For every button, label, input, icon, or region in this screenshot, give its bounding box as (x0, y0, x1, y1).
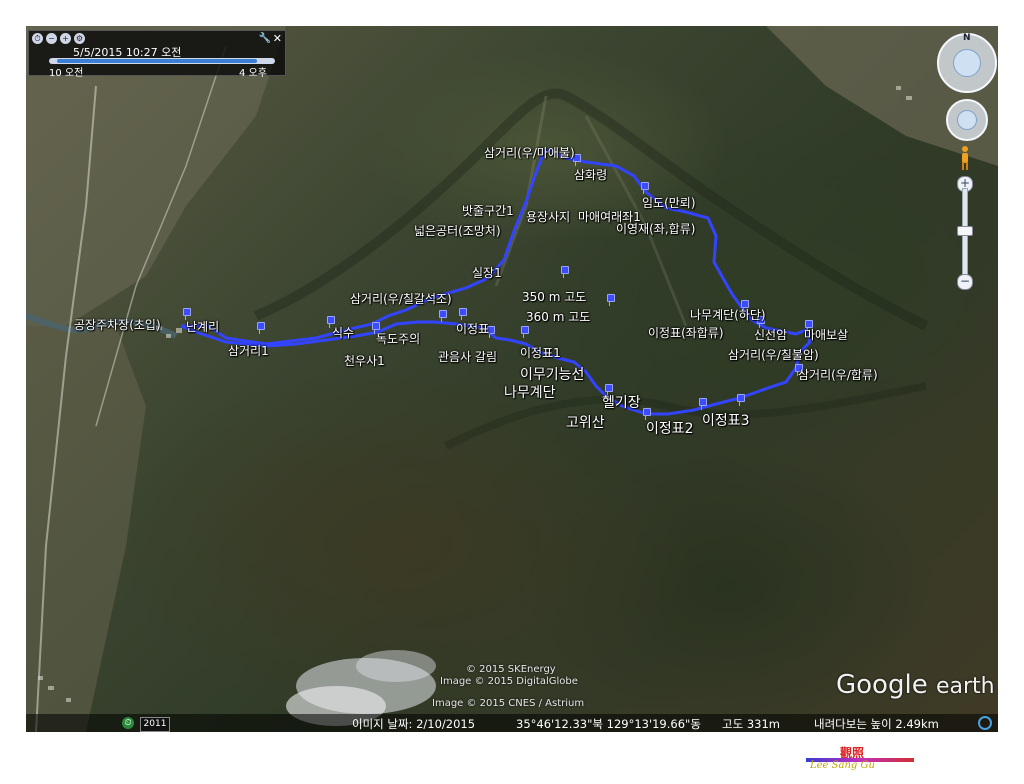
credit-cnes: Image © 2015 CNES / Astrium (432, 698, 585, 709)
label-alt360[interactable]: 360 m 고도 (526, 308, 590, 325)
label-wide-rock[interactable]: 넓은공터(조망처) (414, 222, 501, 239)
time-range-fill[interactable] (57, 59, 257, 63)
history-clock-icon[interactable]: ⏲ (122, 717, 134, 729)
placemark-pin[interactable] (640, 182, 649, 194)
close-icon[interactable]: ✕ (273, 32, 282, 45)
label-stairs[interactable]: 나무계단 (504, 382, 556, 402)
wrench-icon[interactable]: 🔧 (259, 33, 271, 44)
label-ridge1[interactable]: 실장1 (472, 264, 502, 281)
placemark-pin[interactable] (256, 322, 265, 334)
label-junction-chilbul[interactable]: 삼거리(우/칠불암) (728, 346, 819, 363)
label-poison[interactable]: 독도주의 (376, 330, 420, 347)
coordinates: 35°46'12.33"북 129°13'19.66"동 (516, 717, 701, 731)
author-signature: 觀照 Lee Sang Gu (806, 746, 914, 774)
streaming-indicator-icon (978, 716, 992, 730)
move-joystick-icon[interactable] (957, 110, 977, 130)
placemark-pin[interactable] (736, 394, 745, 406)
signature-name: Lee Sang Gu (810, 760, 875, 771)
label-stairs-lower[interactable]: 나무계단(하단) (690, 306, 766, 323)
label-junction-cliff[interactable]: 삼거리(우/칠갈석조) (350, 290, 452, 307)
label-milestone[interactable]: 이정표 (456, 320, 489, 337)
google-earth-logo: Google earth (836, 670, 995, 700)
label-maebosal[interactable]: 마애보살 (804, 326, 848, 343)
zoom-knob[interactable] (957, 226, 973, 236)
label-milestone2[interactable]: 이정표2 (646, 418, 694, 438)
label-junction-merge[interactable]: 삼거리(우/합류) (798, 366, 878, 383)
compass-look-control[interactable]: N (937, 33, 997, 93)
elevation: 고도 331m (722, 717, 780, 731)
eye-altitude: 내려다보는 높이 2.49km (814, 717, 939, 731)
label-junction1[interactable]: 삼거리1 (228, 342, 269, 359)
time-slider-panel[interactable]: ⏱ − + ⚙ 5/5/2015 10:27 오전 10 오전 4 오후 🔧 ✕ (28, 30, 286, 79)
time-range-end: 4 오후 (239, 68, 267, 79)
placemark-pin[interactable] (520, 326, 529, 338)
label-alt350[interactable]: 350 m 고도 (522, 288, 586, 305)
label-milestone3[interactable]: 이정표3 (702, 410, 750, 430)
zoom-out-button[interactable]: − (957, 274, 973, 290)
label-heli[interactable]: 헬기장 (602, 392, 641, 412)
label-top-junction[interactable]: 삼거리(우/마애불) (484, 144, 575, 161)
street-view-pegman-icon[interactable] (960, 145, 970, 171)
zoom-out-time-icon[interactable]: − (46, 33, 57, 44)
label-imu[interactable]: 이무기능선 (520, 364, 584, 384)
label-sinseonam[interactable]: 신선암 (754, 326, 787, 343)
label-yongjangsa[interactable]: 용장사지 (526, 208, 570, 225)
historical-year-badge[interactable]: 2011 (140, 717, 170, 732)
label-milestone1[interactable]: 이정표1 (520, 344, 561, 361)
earth-logo-text: earth (935, 674, 995, 699)
compass-north-label: N (963, 33, 971, 43)
satellite-map[interactable]: 공장주차장(초입) 난계리 삼거리1 식수 독도주의 천우사1 삼거리(우/칠갈… (26, 26, 998, 732)
credit-digitalglobe: Image © 2015 DigitalGlobe (440, 676, 578, 687)
image-date: 이미지 날짜: 2/10/2015 (352, 717, 476, 731)
status-bar: ⏲ 이미지 날짜: 2/10/2015 35°46'12.33"북 129°13… (26, 714, 998, 732)
label-milestone-left[interactable]: 이정표(좌합류) (648, 324, 724, 341)
move-control[interactable] (946, 99, 988, 141)
hiking-track (180, 148, 812, 416)
google-logo-text: Google (836, 670, 928, 700)
label-rocky-section[interactable]: 밧줄구간1 (462, 202, 514, 219)
clock-icon[interactable]: ⏱ (32, 33, 43, 44)
label-nangyeoli[interactable]: 난계리 (186, 318, 219, 335)
placemark-pin[interactable] (698, 398, 707, 410)
placemark-pin[interactable] (438, 310, 447, 322)
label-gwaneumsa[interactable]: 관음사 갈림 (438, 348, 497, 365)
label-gowisan[interactable]: 고위산 (566, 412, 605, 432)
label-imdo[interactable]: 임도(만뢰) (642, 194, 696, 211)
zoom-in-time-icon[interactable]: + (60, 33, 71, 44)
look-joystick-icon[interactable] (953, 49, 981, 77)
label-parking[interactable]: 공장주차장(초입) (74, 316, 161, 333)
label-water[interactable]: 식수 (332, 324, 354, 341)
label-cheonusa[interactable]: 천우사1 (344, 352, 385, 369)
label-top-peak[interactable]: 삼화령 (574, 166, 607, 183)
placemark-pin[interactable] (458, 308, 467, 320)
label-yiyeongjae[interactable]: 이영재(좌,합류) (616, 220, 695, 237)
placemark-pin[interactable] (560, 266, 569, 278)
settings-time-icon[interactable]: ⚙ (74, 33, 85, 44)
zoom-slider[interactable]: + − (957, 176, 973, 290)
placemark-pin[interactable] (606, 294, 615, 306)
time-range-start: 10 오전 (49, 68, 84, 79)
credit-skenergy: © 2015 SKEnergy (466, 664, 556, 675)
